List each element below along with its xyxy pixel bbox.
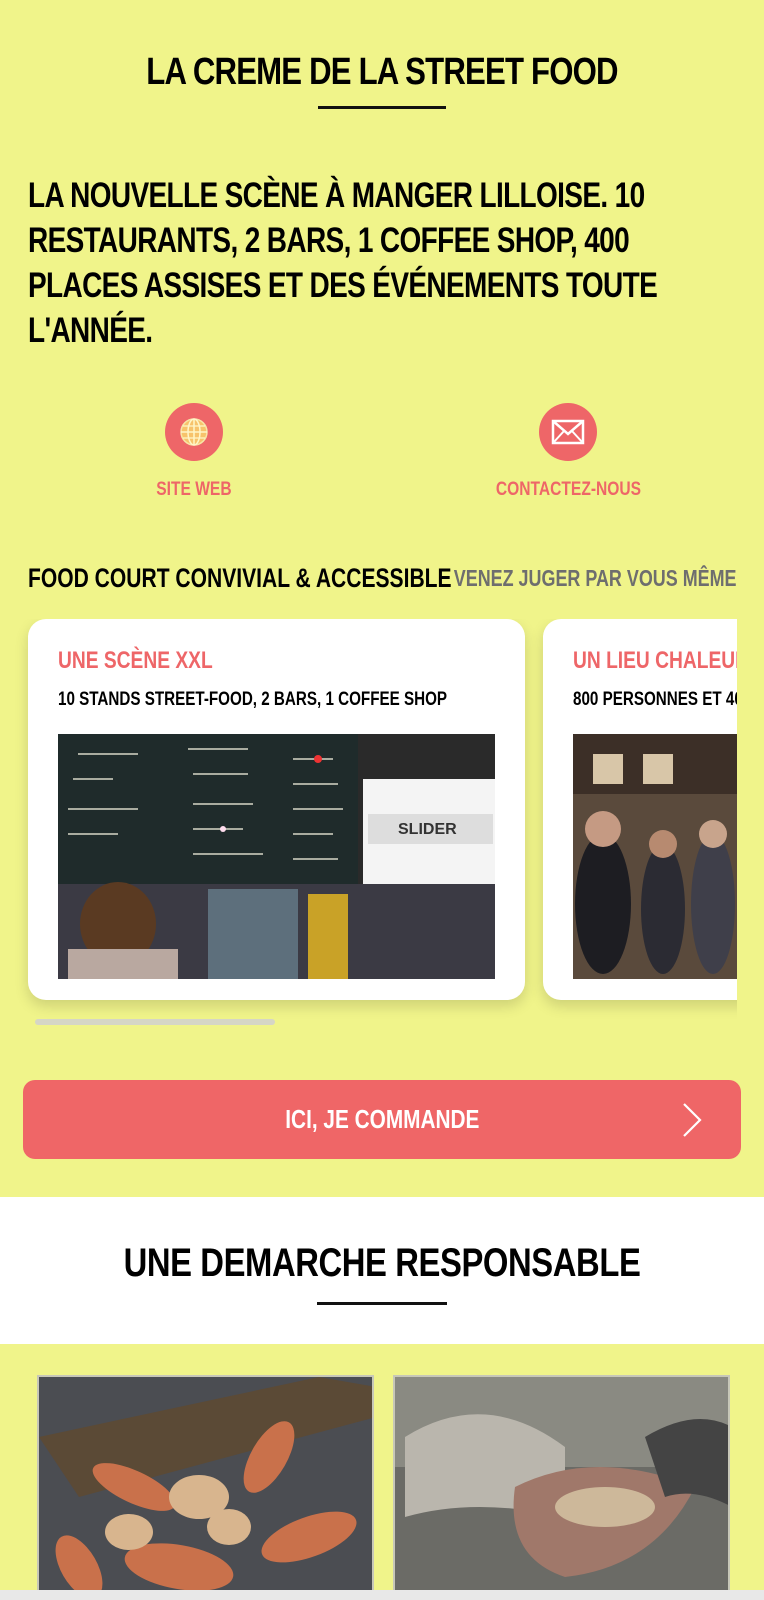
card-title: UNE SCÈNE XXL — [58, 647, 213, 674]
svg-text:SLIDER: SLIDER — [398, 821, 457, 838]
section-title: UNE DEMARCHE RESPONSABLE — [123, 1241, 641, 1285]
bottom-edge — [0, 1590, 764, 1600]
food-stall-photo: SLIDER — [58, 734, 495, 979]
contact-link[interactable]: CONTACTEZ-NOUS — [478, 403, 658, 501]
contact-label: CONTACTEZ-NOUS — [495, 479, 641, 500]
section-title-underline — [317, 1302, 447, 1305]
responsible-photos — [0, 1375, 764, 1600]
carousel-card[interactable]: UN LIEU CHALEUREUX 800 PERSONNES ET 400 — [543, 619, 737, 1000]
hands-grain-photo — [393, 1375, 730, 1600]
responsible-section-header: UNE DEMARCHE RESPONSABLE — [0, 1197, 764, 1344]
carousel-card[interactable]: UNE SCÈNE XXL 10 STANDS STREET-FOOD, 2 B… — [28, 619, 525, 1000]
food-court-header: FOOD COURT CONVIVIAL & ACCESSIBLE VENEZ … — [0, 563, 764, 607]
food-court-heading: FOOD COURT CONVIVIAL & ACCESSIBLE — [28, 563, 452, 593]
carousel-scrollbar[interactable] — [35, 1019, 275, 1025]
feature-carousel[interactable]: UNE SCÈNE XXL 10 STANDS STREET-FOOD, 2 B… — [0, 619, 737, 1029]
order-button[interactable]: ICI, JE COMMANDE — [23, 1080, 741, 1159]
chevron-right-icon — [681, 1102, 703, 1143]
crowded-hall-photo — [573, 734, 737, 979]
venez-juger-link[interactable]: VENEZ JUGER PAR VOUS MÊME — [454, 565, 737, 592]
sweet-potatoes-photo — [37, 1375, 374, 1600]
card-title: UN LIEU CHALEUREUX — [573, 647, 737, 674]
card-subtitle: 10 STANDS STREET-FOOD, 2 BARS, 1 COFFEE … — [58, 689, 448, 710]
site-web-label: SITE WEB — [156, 479, 232, 500]
globe-icon — [165, 403, 223, 461]
order-button-label: ICI, JE COMMANDE — [284, 1104, 480, 1134]
card-subtitle: 800 PERSONNES ET 400 — [573, 689, 737, 710]
title-underline — [318, 106, 446, 109]
lead-text: LA NOUVELLE SCÈNE À MANGER LILLOISE. 10 … — [28, 176, 658, 350]
hero-section: LA CREME DE LA STREET FOOD LA NOUVELLE S… — [0, 8, 764, 1029]
site-web-link[interactable]: SITE WEB — [104, 403, 284, 501]
page-title: LA CREME DE LA STREET FOOD — [146, 51, 618, 93]
top-strip — [0, 0, 764, 8]
contact-links: SITE WEB CONTACTEZ-NOUS — [0, 403, 764, 573]
envelope-icon — [539, 403, 597, 461]
